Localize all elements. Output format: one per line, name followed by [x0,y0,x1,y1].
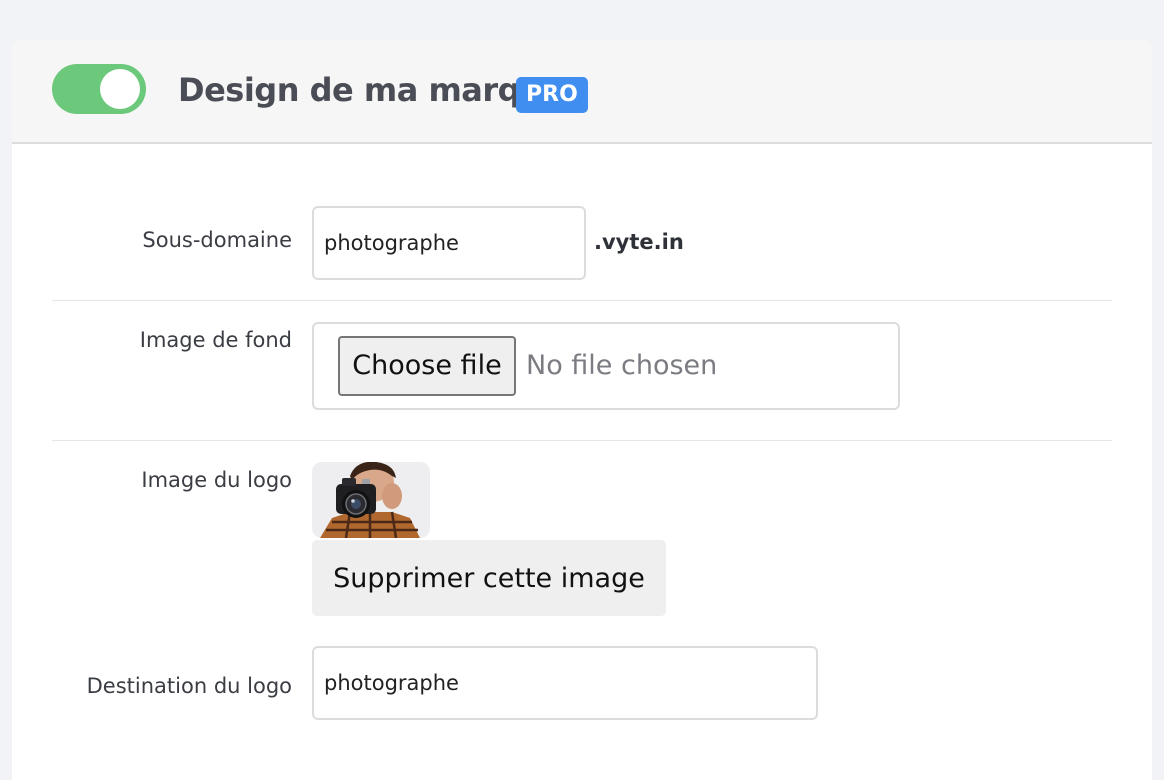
logo-destination-label: Destination du logo [86,674,292,698]
background-image-file-input[interactable]: Choose file No file chosen [312,322,900,410]
brand-design-card: Design de ma marque PRO Sous-domaine .vy… [12,40,1152,780]
photographer-with-camera-image [312,462,430,538]
background-image-label: Image de fond [139,328,292,352]
subdomain-suffix: .vyte.in [594,230,684,254]
brand-design-toggle[interactable] [52,64,146,114]
section-title: Design de ma marque [178,71,564,109]
subdomain-label: Sous-domaine [142,228,292,252]
card-header: Design de ma marque PRO [12,40,1152,144]
file-status: No file chosen [526,350,718,381]
remove-image-button[interactable]: Supprimer cette image [312,540,666,616]
logo-image-label: Image du logo [141,468,292,492]
row-divider [52,440,1112,441]
toggle-knob [100,69,140,109]
subdomain-input[interactable] [312,206,586,280]
choose-file-button[interactable]: Choose file [338,336,516,396]
logo-destination-input[interactable] [312,646,818,720]
pro-badge: PRO [516,77,588,113]
row-divider [52,300,1112,301]
logo-thumbnail [312,462,430,538]
